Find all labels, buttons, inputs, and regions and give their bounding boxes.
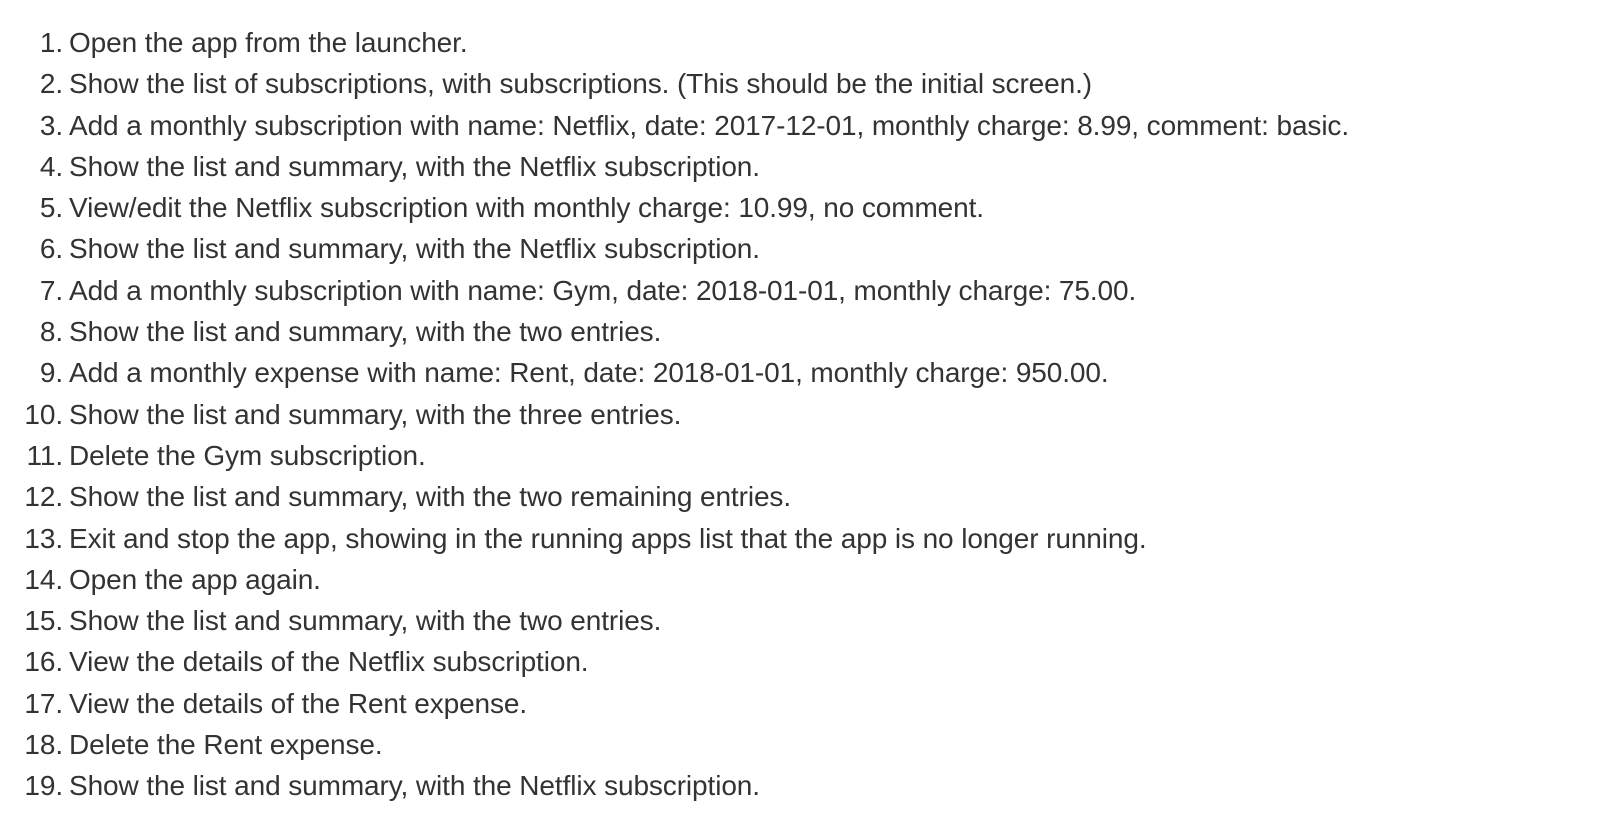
step-text: View/edit the Netflix subscription with … xyxy=(69,192,984,224)
step-number: 6. xyxy=(39,233,63,265)
step-text: Show the list and summary, with the Netf… xyxy=(69,770,760,802)
steps-list: 1. Open the app from the launcher. 2. Show… xyxy=(0,22,1620,807)
step-text: Show the list of subscriptions, with sub… xyxy=(69,68,1093,100)
step-number: 2. xyxy=(39,68,63,100)
list-item: 4. Show the list and summary, with the Ne… xyxy=(0,146,1620,187)
list-item: 12. Show the list and summary, with the t… xyxy=(0,476,1620,517)
step-text: Show the list and summary, with the two … xyxy=(69,605,662,637)
step-text: Add a monthly expense with name: Rent, d… xyxy=(69,357,1109,389)
step-number: 1. xyxy=(39,27,63,58)
step-number: 16. xyxy=(24,646,63,678)
step-number: 3. xyxy=(39,109,63,141)
list-item: 11. Delete the Gym subscription. xyxy=(0,435,1620,476)
step-number: 17. xyxy=(24,687,63,719)
step-number: 13. xyxy=(24,522,63,554)
list-item: 6. Show the list and summary, with the Ne… xyxy=(0,228,1620,269)
list-item: 2. Show the list of subscriptions, with s… xyxy=(0,63,1620,104)
list-item: 17. View the details of the Rent expense. xyxy=(0,683,1620,724)
list-item: 3. Add a monthly subscription with name: … xyxy=(0,105,1620,146)
step-number: 5. xyxy=(39,192,63,224)
step-number: 14. xyxy=(24,563,63,595)
list-item: 19. Show the list and summary, with the N… xyxy=(0,765,1620,806)
step-text: Open the app from the launcher. xyxy=(69,27,468,58)
step-text: Delete the Gym subscription. xyxy=(69,439,426,471)
list-item: 15. Show the list and summary, with the t… xyxy=(0,600,1620,641)
step-number: 10. xyxy=(24,398,63,430)
step-number: 12. xyxy=(24,481,63,513)
step-number: 15. xyxy=(24,605,63,637)
step-number: 11. xyxy=(26,439,63,471)
step-text: Delete the Rent expense. xyxy=(69,729,383,761)
list-item: 9. Add a monthly expense with name: Rent,… xyxy=(0,352,1620,393)
step-text: Open the app again. xyxy=(69,563,321,595)
step-text: View the details of the Rent expense. xyxy=(69,687,528,719)
list-item: 1. Open the app from the launcher. xyxy=(0,22,1620,63)
list-item: 8. Show the list and summary, with the tw… xyxy=(0,311,1620,352)
list-item: 16. View the details of the Netflix subsc… xyxy=(0,641,1620,682)
list-item: 5. View/edit the Netflix subscription wit… xyxy=(0,187,1620,228)
step-text: Show the list and summary, with the Netf… xyxy=(69,233,760,265)
step-text: Add a monthly subscription with name: Gy… xyxy=(69,274,1137,306)
list-item: 10. Show the list and summary, with the t… xyxy=(0,394,1620,435)
list-item: 14. Open the app again. xyxy=(0,559,1620,600)
step-number: 19. xyxy=(24,770,63,802)
step-text: Add a monthly subscription with name: Ne… xyxy=(69,109,1350,141)
list-item: 18. Delete the Rent expense. xyxy=(0,724,1620,765)
step-number: 4. xyxy=(39,150,63,182)
step-text: View the details of the Netflix subscrip… xyxy=(69,646,589,678)
step-text: Show the list and summary, with the Netf… xyxy=(69,150,760,182)
list-item: 7. Add a monthly subscription with name: … xyxy=(0,270,1620,311)
step-number: 18. xyxy=(24,729,63,761)
step-text: Exit and stop the app, showing in the ru… xyxy=(69,522,1147,554)
step-text: Show the list and summary, with the two … xyxy=(69,316,662,348)
step-text: Show the list and summary, with the two … xyxy=(69,481,791,513)
step-text: Show the list and summary, with the thre… xyxy=(69,398,682,430)
list-item: 13. Exit and stop the app, showing in the… xyxy=(0,518,1620,559)
step-number: 8. xyxy=(39,316,63,348)
step-number: 9. xyxy=(39,357,63,389)
step-number: 7. xyxy=(39,274,63,306)
